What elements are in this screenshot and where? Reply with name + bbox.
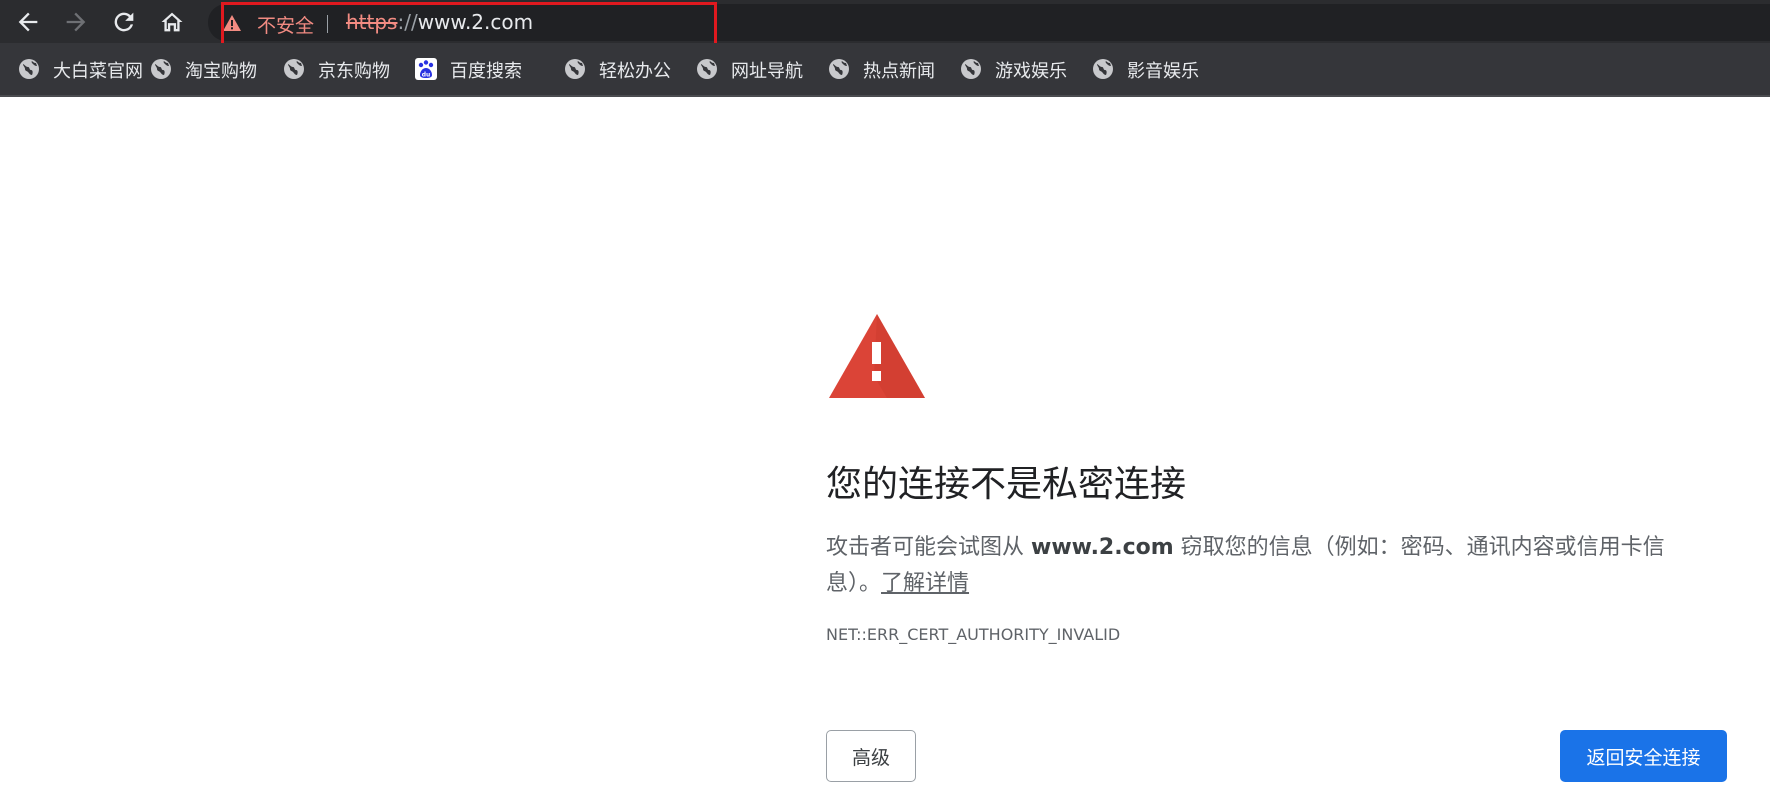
- forward-arrow-icon[interactable]: [62, 8, 90, 36]
- bookmark-label: 淘宝购物: [185, 61, 257, 82]
- advanced-button[interactable]: 高级: [826, 730, 916, 782]
- globe-icon: [284, 59, 304, 79]
- bookmark-label: 百度搜索: [450, 61, 522, 82]
- page-title: 您的连接不是私密连接: [826, 464, 1187, 505]
- bookmark-label: 轻松办公: [599, 61, 671, 82]
- globe-icon: [19, 59, 39, 79]
- globe-icon: [151, 59, 171, 79]
- home-icon[interactable]: [158, 8, 186, 36]
- bookmark-label: 大白菜官网: [53, 61, 143, 82]
- globe-icon: [961, 59, 981, 79]
- back-to-safety-button[interactable]: 返回安全连接: [1560, 730, 1727, 782]
- bookmark-label: 网址导航: [731, 61, 803, 82]
- error-code: NET::ERR_CERT_AUTHORITY_INVALID: [826, 625, 1121, 644]
- bookmarks-bar: 大白菜官网 淘宝购物 京东购物 du 百度搜索 轻松办公 网址导航 热点新闻 游…: [0, 43, 1770, 97]
- description-host: www.2.com: [1031, 535, 1174, 560]
- globe-icon: [697, 59, 717, 79]
- baidu-paw-icon: du: [415, 58, 437, 80]
- back-arrow-icon[interactable]: [14, 8, 42, 36]
- error-description: 攻击者可能会试图从 www.2.com 窃取您的信息（例如：密码、通讯内容或信用…: [826, 530, 1676, 602]
- bookmark-label: 影音娱乐: [1127, 61, 1199, 82]
- bookmark-label: 热点新闻: [863, 61, 935, 82]
- description-prefix: 攻击者可能会试图从: [826, 535, 1031, 560]
- globe-icon: [829, 59, 849, 79]
- globe-icon: [565, 59, 585, 79]
- bookmark-label: 京东购物: [318, 61, 390, 82]
- svg-text:du: du: [422, 72, 431, 79]
- learn-more-link[interactable]: 了解详情: [881, 571, 969, 596]
- reload-icon[interactable]: [110, 8, 138, 36]
- bookmark-label: 游戏娱乐: [995, 61, 1067, 82]
- globe-icon: [1093, 59, 1113, 79]
- warning-triangle-icon: [829, 314, 925, 398]
